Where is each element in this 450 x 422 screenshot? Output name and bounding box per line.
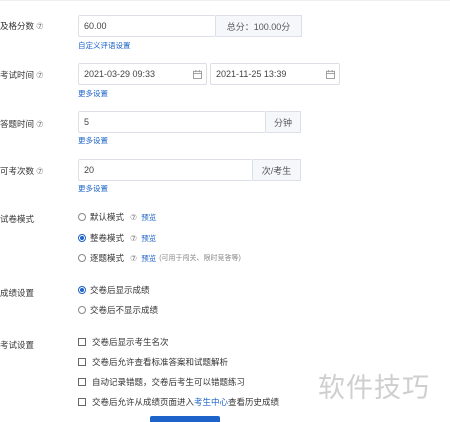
candidate-center-link[interactable]: 考生中心 <box>194 396 228 408</box>
paper-mode-option-single[interactable]: 逐题模式 ⑦ 预览 (可用于闯关、限时竞答等) <box>78 252 241 264</box>
attempts-input[interactable]: 20 <box>78 159 253 181</box>
exam-option-record-mistakes[interactable]: 自动记录错题，交卷后考生可以错题练习 <box>78 376 245 388</box>
checkbox[interactable] <box>78 338 86 346</box>
help-icon[interactable]: ⑦ <box>36 21 44 31</box>
exam-time-more-link[interactable]: 更多设置 <box>78 88 108 99</box>
answer-time-more-link[interactable]: 更多设置 <box>78 135 108 146</box>
attempts-label: 可考次数 ⑦ <box>0 166 44 176</box>
preview-link[interactable]: 预览 <box>141 233 156 244</box>
calendar-icon[interactable] <box>193 69 202 79</box>
exam-end-time-input[interactable]: 2021-11-25 13:39 <box>210 63 340 85</box>
exam-option-view-answers[interactable]: 交卷后允许查看标准答案和试题解析 <box>78 356 228 368</box>
pass-score-label: 及格分数 ⑦ <box>0 21 44 31</box>
checkbox[interactable] <box>78 378 86 386</box>
attempts-suffix: 次/考生 <box>253 159 301 181</box>
checkbox[interactable] <box>78 358 86 366</box>
exam-time-label: 考试时间 ⑦ <box>0 70 44 80</box>
help-icon[interactable]: ⑦ <box>130 234 137 243</box>
exam-option-history[interactable]: 交卷后允许从成绩页面进入 考生中心 查看历史成绩 <box>78 396 279 408</box>
pass-score-input[interactable]: 60.00 <box>78 15 216 37</box>
preview-link[interactable]: 预览 <box>141 212 156 223</box>
help-icon[interactable]: ⑦ <box>36 70 44 80</box>
help-icon[interactable]: ⑦ <box>130 254 137 263</box>
score-setting-label: 成绩设置 <box>0 288 35 298</box>
radio-icon[interactable] <box>78 254 86 262</box>
preview-link[interactable]: 预览 <box>141 253 156 264</box>
answer-time-input[interactable]: 5 <box>78 111 266 133</box>
exam-option-show-rank[interactable]: 交卷后显示考生名次 <box>78 336 169 348</box>
total-score-suffix: 总分：100.00分 <box>216 15 302 37</box>
watermark-text: 软件技巧 <box>318 373 430 404</box>
calendar-icon[interactable] <box>326 69 335 79</box>
radio-selected-icon[interactable] <box>78 286 86 294</box>
attempts-more-link[interactable]: 更多设置 <box>78 183 108 194</box>
help-icon[interactable]: ⑦ <box>36 119 44 129</box>
score-option-hide[interactable]: 交卷后不显示成绩 <box>78 304 158 316</box>
exam-setting-label: 考试设置 <box>0 340 35 350</box>
custom-comment-link[interactable]: 自定义评语设置 <box>78 40 131 51</box>
paper-mode-option-whole[interactable]: 整卷模式 ⑦ 预览 <box>78 232 156 244</box>
score-option-show[interactable]: 交卷后显示成绩 <box>78 284 150 296</box>
paper-mode-label: 试卷模式 <box>0 214 35 224</box>
answer-time-label: 答题时间 ⑦ <box>0 119 44 129</box>
radio-icon[interactable] <box>78 306 86 314</box>
save-button[interactable] <box>150 416 220 422</box>
checkbox[interactable] <box>78 398 86 406</box>
exam-start-time-input[interactable]: 2021-03-29 09:33 <box>78 63 207 85</box>
top-divider <box>0 0 450 1</box>
radio-icon[interactable] <box>78 213 86 221</box>
radio-selected-icon[interactable] <box>78 234 86 242</box>
paper-mode-option-default[interactable]: 默认模式 ⑦ 预览 <box>78 211 156 223</box>
minutes-suffix: 分钟 <box>266 111 301 133</box>
mode-note: (可用于闯关、限时竞答等) <box>159 255 241 262</box>
help-icon[interactable]: ⑦ <box>130 213 137 222</box>
help-icon[interactable]: ⑦ <box>36 166 44 176</box>
